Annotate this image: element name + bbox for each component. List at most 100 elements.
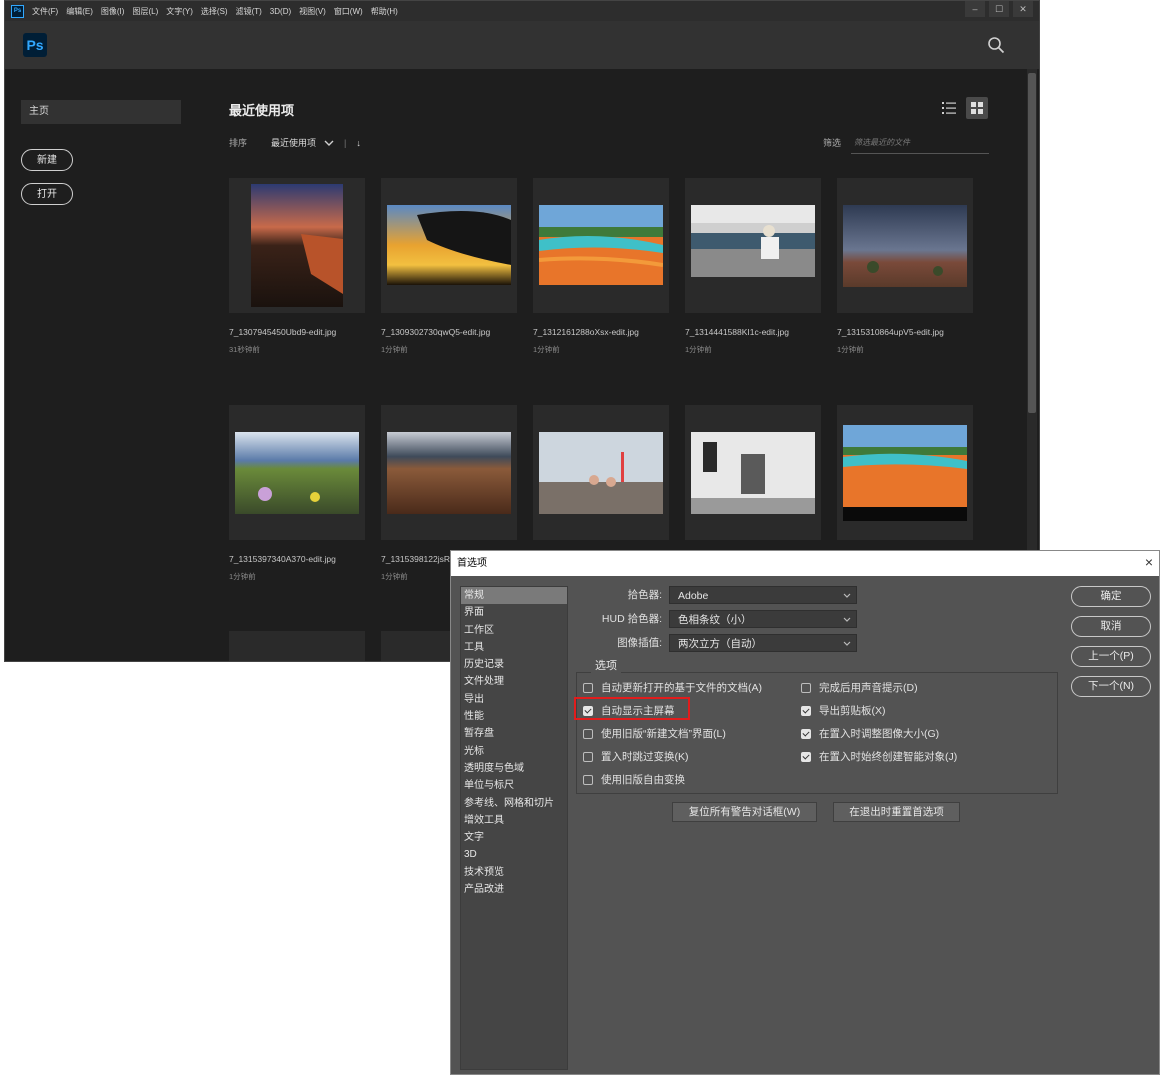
file-name[interactable]: 7_1315398122jsR [381, 554, 450, 564]
file-name[interactable]: 7_1312161288oXsx-edit.jpg [533, 327, 639, 337]
reset-on-quit-button[interactable]: 在退出时重置首选项 [833, 802, 960, 822]
category-item[interactable]: 技术预览 [461, 864, 567, 881]
checkbox[interactable] [801, 705, 811, 716]
reset-warnings-button[interactable]: 复位所有警告对话框(W) [672, 802, 817, 822]
option-beep-when-done[interactable]: 完成后用声音提示(D) [801, 680, 918, 695]
next-button[interactable]: 下一个(N) [1071, 676, 1151, 697]
new-button[interactable]: 新建 [21, 149, 73, 171]
file-name[interactable]: 7_1307945450Ubd9-edit.jpg [229, 327, 336, 337]
file-name[interactable]: 7_1309302730qwQ5-edit.jpg [381, 327, 490, 337]
category-item[interactable]: 光标 [461, 743, 567, 760]
option-smart-object-on-place[interactable]: 在置入时始终创建智能对象(J) [801, 749, 957, 764]
file-name[interactable]: 7_1315310864upV5-edit.jpg [837, 327, 944, 337]
recent-file-card[interactable] [685, 405, 821, 540]
minimize-button[interactable]: – [965, 1, 985, 17]
interpolation-label: 图像插值: [617, 637, 662, 649]
checkbox[interactable] [801, 728, 811, 739]
menu-image[interactable]: 图像(I) [101, 6, 125, 17]
menu-3d[interactable]: 3D(D) [270, 7, 291, 16]
category-item[interactable]: 导出 [461, 691, 567, 708]
category-item[interactable]: 文件处理 [461, 673, 567, 690]
category-item[interactable]: 增效工具 [461, 812, 567, 829]
menu-file[interactable]: 文件(F) [32, 6, 58, 17]
file-time: 31秒钟前 [229, 345, 260, 354]
category-item[interactable]: 参考线、网格和切片 [461, 795, 567, 812]
list-view-icon[interactable] [940, 99, 958, 117]
option-label: 自动更新打开的基于文件的文档(A) [601, 682, 762, 694]
file-time: 1分钟前 [229, 572, 256, 581]
option-label: 使用旧版自由变换 [601, 774, 685, 786]
menu-layer[interactable]: 图层(L) [132, 6, 158, 17]
chevron-down-icon [843, 593, 851, 598]
menu-help[interactable]: 帮助(H) [371, 6, 398, 17]
file-thumbnail [843, 425, 967, 521]
chevron-down-icon [843, 617, 851, 622]
close-window-button[interactable]: ✕ [1013, 1, 1033, 17]
category-item[interactable]: 常规 [461, 587, 567, 605]
file-name[interactable]: 7_1315397340A370-edit.jpg [229, 554, 336, 564]
recent-file-card[interactable] [229, 631, 365, 661]
recent-file-card[interactable] [837, 178, 973, 313]
option-resize-on-place[interactable]: 在置入时调整图像大小(G) [801, 726, 939, 741]
file-thumbnail [539, 205, 663, 285]
sort-select[interactable]: 最近使用项 [271, 136, 316, 149]
recent-file-card[interactable] [533, 405, 669, 540]
option-auto-update[interactable]: 自动更新打开的基于文件的文档(A) [583, 680, 762, 695]
menu-type[interactable]: 文字(Y) [166, 6, 193, 17]
checkbox[interactable] [583, 682, 593, 693]
recent-file-card[interactable] [229, 405, 365, 540]
category-item[interactable]: 产品改进 [461, 881, 567, 898]
filter-input[interactable]: 筛选最近的文件 [851, 134, 989, 154]
menu-window[interactable]: 窗口(W) [334, 6, 363, 17]
sort-direction-icon[interactable]: ↓ [356, 138, 361, 148]
recent-file-card[interactable] [533, 178, 669, 313]
recent-file-card[interactable] [229, 178, 365, 313]
category-item[interactable]: 界面 [461, 604, 567, 621]
search-icon[interactable] [987, 36, 1005, 54]
dialog-title: 首选项 [451, 551, 1159, 576]
chevron-down-icon[interactable] [324, 139, 334, 147]
file-thumbnail [843, 205, 967, 287]
category-item[interactable]: 单位与标尺 [461, 777, 567, 794]
hud-picker-select[interactable]: 色相条纹（小） [669, 610, 857, 628]
checkbox[interactable] [583, 774, 593, 785]
category-item[interactable]: 3D [461, 846, 567, 863]
sidebar-item-home[interactable]: 主页 [21, 100, 181, 124]
category-item[interactable]: 透明度与色域 [461, 760, 567, 777]
maximize-button[interactable]: ☐ [989, 1, 1009, 17]
category-item[interactable]: 文字 [461, 829, 567, 846]
option-legacy-free-transform[interactable]: 使用旧版自由变换 [583, 772, 685, 787]
option-skip-transform[interactable]: 置入时跳过变换(K) [583, 749, 689, 764]
grid-view-button[interactable] [966, 97, 988, 119]
recent-file-card[interactable] [381, 178, 517, 313]
recent-file-card[interactable] [837, 405, 973, 540]
ok-button[interactable]: 确定 [1071, 586, 1151, 607]
recent-file-card[interactable] [381, 405, 517, 540]
color-picker-select[interactable]: Adobe [669, 586, 857, 604]
menu-select[interactable]: 选择(S) [201, 6, 228, 17]
option-export-clipboard[interactable]: 导出剪贴板(X) [801, 703, 886, 718]
category-item[interactable]: 工具 [461, 639, 567, 656]
category-item[interactable]: 历史记录 [461, 656, 567, 673]
menu-view[interactable]: 视图(V) [299, 6, 326, 17]
checkbox[interactable] [801, 682, 811, 693]
option-legacy-new-doc[interactable]: 使用旧版“新建文档”界面(L) [583, 726, 726, 741]
checkbox[interactable] [583, 728, 593, 739]
checkbox[interactable] [801, 751, 811, 762]
checkbox[interactable] [583, 751, 593, 762]
open-button[interactable]: 打开 [21, 183, 73, 205]
prev-button[interactable]: 上一个(P) [1071, 646, 1151, 667]
recent-file-card[interactable] [685, 178, 821, 313]
close-icon[interactable]: × [1145, 554, 1153, 570]
menu-filter[interactable]: 滤镜(T) [236, 6, 262, 17]
category-item[interactable]: 工作区 [461, 622, 567, 639]
menu-edit[interactable]: 编辑(E) [66, 6, 93, 17]
file-name[interactable]: 7_1314441588KI1c-edit.jpg [685, 327, 789, 337]
category-item[interactable]: 暂存盘 [461, 725, 567, 742]
chevron-down-icon [843, 641, 851, 646]
category-item[interactable]: 性能 [461, 708, 567, 725]
interpolation-select[interactable]: 两次立方（自动） [669, 634, 857, 652]
cancel-button[interactable]: 取消 [1071, 616, 1151, 637]
select-value: 两次立方（自动） [678, 638, 762, 650]
scrollbar-thumb[interactable] [1028, 73, 1036, 413]
